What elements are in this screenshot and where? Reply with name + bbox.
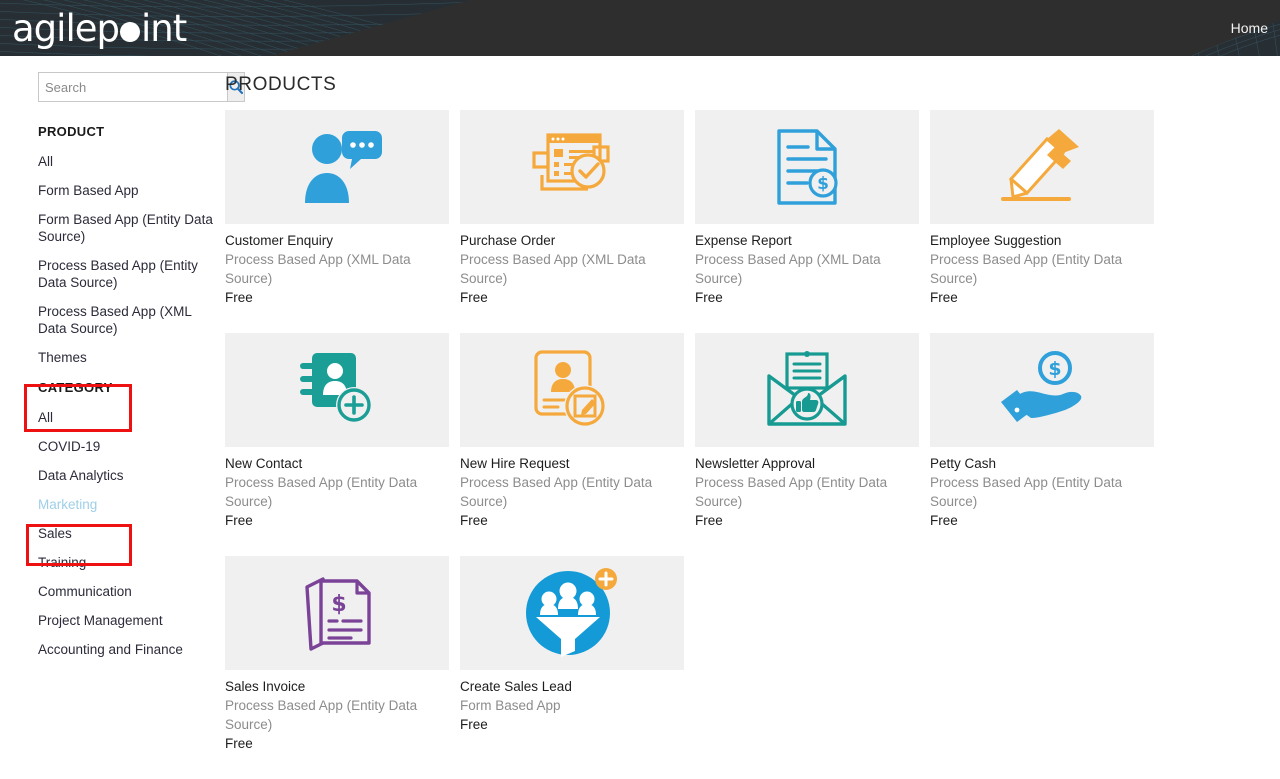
product-facet-list: All Form Based App Form Based App (Entit… (0, 147, 225, 372)
product-card-name[interactable]: Newsletter Approval (695, 455, 919, 472)
main-content: PRODUCTS Customer Enquiry Process Based … (225, 56, 1280, 751)
envelope-thumbsup-icon (767, 351, 847, 426)
highlighter-pen-icon (1001, 129, 1079, 201)
product-card-type: Process Based App (Entity Data Source) (930, 475, 1123, 509)
product-card-price: Free (225, 290, 253, 305)
page-title: PRODUCTS (225, 74, 337, 95)
svg-text:$: $ (331, 592, 346, 617)
product-card-tile[interactable]: $ (930, 333, 1154, 447)
category-facet-item[interactable]: Data Analytics (0, 461, 225, 490)
product-card-type: Process Based App (Entity Data Source) (460, 475, 653, 509)
nav-home-link[interactable]: Home (1231, 0, 1268, 56)
category-facet-item[interactable]: All (0, 403, 225, 432)
product-card[interactable]: $ Sales Invoice Process Based App (Entit… (225, 556, 449, 753)
header-mesh-decoration (0, 0, 1280, 56)
app-header: agilep int Home (0, 0, 1280, 56)
page-body: PRODUCT All Form Based App Form Based Ap… (0, 56, 1280, 751)
product-card-name[interactable]: Customer Enquiry (225, 232, 449, 249)
product-card-price: Free (460, 717, 488, 732)
hand-coin-icon: $ (1001, 351, 1082, 422)
person-speech-bubble-icon (305, 131, 382, 203)
product-card-name[interactable]: Create Sales Lead (460, 678, 684, 695)
search-input[interactable] (38, 72, 227, 102)
product-card-type: Process Based App (XML Data Source) (225, 252, 411, 286)
product-card[interactable]: New Hire Request Process Based App (Enti… (460, 333, 684, 530)
product-facet-item[interactable]: Process Based App (XML Data Source) (0, 297, 225, 343)
product-card-price: Free (460, 513, 488, 528)
product-card[interactable]: Newsletter Approval Process Based App (E… (695, 333, 919, 530)
category-facet-item[interactable]: Training (0, 548, 225, 577)
sales-funnel-people-icon (526, 568, 617, 657)
product-facet-item[interactable]: Form Based App (0, 176, 225, 205)
product-card[interactable]: Employee Suggestion Process Based App (E… (930, 110, 1154, 307)
product-card-name[interactable]: New Hire Request (460, 455, 684, 472)
agilepoint-logo[interactable]: agilep int (12, 5, 187, 51)
product-card-price: Free (930, 290, 958, 305)
product-grid: Customer Enquiry Process Based App (XML … (225, 110, 1280, 779)
address-book-plus-icon (300, 353, 372, 423)
product-card[interactable]: New Contact Process Based App (Entity Da… (225, 333, 449, 530)
product-card-type: Process Based App (XML Data Source) (460, 252, 646, 286)
product-card-tile[interactable] (460, 333, 684, 447)
category-facet-list: All COVID-19 Data Analytics Marketing Sa… (0, 403, 225, 664)
category-facet-item[interactable]: Project Management (0, 606, 225, 635)
product-facet-title: PRODUCT (38, 124, 105, 139)
product-card[interactable]: $ Petty Cash Process Based App (Entity D… (930, 333, 1154, 530)
product-card-tile[interactable]: $ (225, 556, 449, 670)
product-card[interactable]: Customer Enquiry Process Based App (XML … (225, 110, 449, 307)
product-card[interactable]: $ Expense Report Process Based App (XML … (695, 110, 919, 307)
product-card-price: Free (225, 736, 253, 751)
product-card-price: Free (695, 513, 723, 528)
product-facet-item[interactable]: Form Based App (Entity Data Source) (0, 205, 225, 251)
product-card-tile[interactable] (225, 333, 449, 447)
product-facet-item[interactable]: All (0, 147, 225, 176)
product-card-price: Free (695, 290, 723, 305)
product-card-type: Form Based App (460, 698, 561, 713)
logo-text-end: int (140, 6, 187, 50)
product-card-name[interactable]: Expense Report (695, 232, 919, 249)
category-facet-item-marketing[interactable]: Marketing (0, 490, 225, 519)
invoice-dollar-icon: $ (305, 577, 371, 651)
svg-text:$: $ (1048, 358, 1061, 380)
product-card-tile[interactable] (930, 110, 1154, 224)
product-card-price: Free (225, 513, 253, 528)
category-facet-item[interactable]: Accounting and Finance (0, 635, 225, 664)
product-card-tile[interactable] (225, 110, 449, 224)
product-card-name[interactable]: Purchase Order (460, 232, 684, 249)
product-card-type: Process Based App (Entity Data Source) (930, 252, 1123, 286)
search-box (38, 72, 245, 102)
svg-text:$: $ (817, 174, 829, 194)
product-card[interactable]: Create Sales Lead Form Based App Free (460, 556, 684, 753)
category-facet-title: CATEGORY (38, 380, 113, 395)
order-form-check-icon (532, 133, 610, 191)
product-card[interactable]: Purchase Order Process Based App (XML Da… (460, 110, 684, 307)
product-card-type: Process Based App (Entity Data Source) (225, 698, 418, 732)
product-card-name[interactable]: Employee Suggestion (930, 232, 1154, 249)
product-card-tile[interactable] (695, 333, 919, 447)
document-dollar-icon: $ (777, 129, 838, 205)
logo-dot-icon (119, 22, 140, 42)
product-card-type: Process Based App (Entity Data Source) (695, 475, 888, 509)
product-card-type: Process Based App (Entity Data Source) (225, 475, 418, 509)
product-card-tile[interactable]: $ (695, 110, 919, 224)
id-card-edit-icon (534, 350, 606, 427)
logo-text-start: agilep (12, 6, 120, 50)
category-facet-item[interactable]: Sales (0, 519, 225, 548)
product-card-tile[interactable] (460, 556, 684, 670)
product-card-tile[interactable] (460, 110, 684, 224)
product-facet-item[interactable]: Process Based App (Entity Data Source) (0, 251, 225, 297)
product-card-name[interactable]: Sales Invoice (225, 678, 449, 695)
category-facet-item[interactable]: COVID-19 (0, 432, 225, 461)
product-card-name[interactable]: New Contact (225, 455, 449, 472)
product-card-price: Free (930, 513, 958, 528)
product-card-price: Free (460, 290, 488, 305)
product-card-type: Process Based App (XML Data Source) (695, 252, 881, 286)
product-facet-item[interactable]: Themes (0, 343, 225, 372)
sidebar: PRODUCT All Form Based App Form Based Ap… (0, 56, 245, 721)
category-facet-item[interactable]: Communication (0, 577, 225, 606)
product-card-name[interactable]: Petty Cash (930, 455, 1154, 472)
